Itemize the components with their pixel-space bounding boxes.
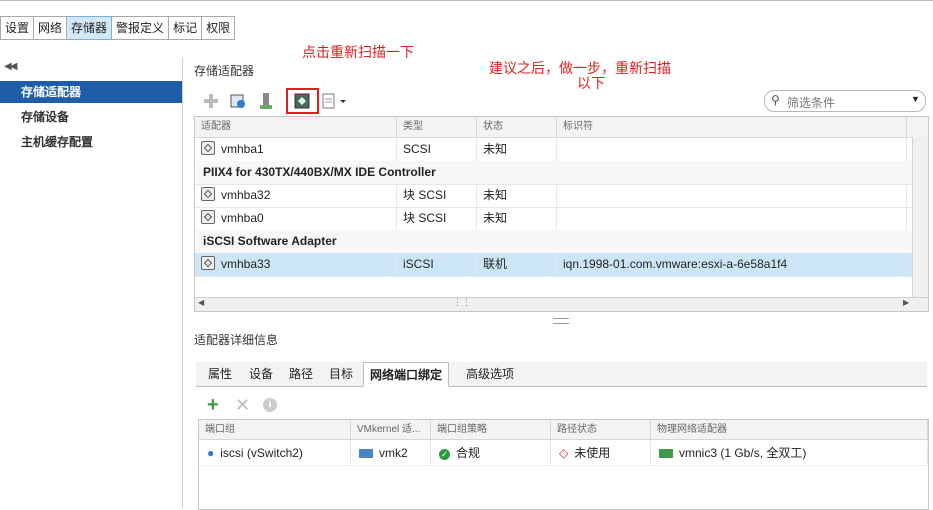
scroll-left-icon[interactable]: ◀ xyxy=(198,298,204,307)
adapter-type: SCSI xyxy=(397,138,477,161)
remove-binding-icon[interactable]: ✕ xyxy=(235,396,250,414)
sidebar-item-host-cache[interactable]: 主机缓存配置 xyxy=(0,131,182,153)
tab-advanced-options[interactable]: 高级选项 xyxy=(460,362,520,386)
adapter-name: vmhba1 xyxy=(221,142,264,156)
tab-storage[interactable]: 存储器 xyxy=(67,16,113,40)
adapter-status: 联机 xyxy=(477,253,557,276)
add-adapter-icon[interactable] xyxy=(202,92,220,110)
col-vmkernel[interactable]: VMkernel 适... xyxy=(351,420,431,440)
add-binding-icon[interactable]: + xyxy=(207,395,219,415)
vmkernel-nic-icon xyxy=(359,449,373,458)
adapter-status: 未知 xyxy=(477,207,557,230)
actions-dropdown-icon[interactable] xyxy=(320,92,350,110)
adapter-identifier xyxy=(557,138,907,161)
adapter-identifier xyxy=(557,207,907,230)
adapter-status: 未知 xyxy=(477,184,557,207)
unused-diamond-icon: ◇ xyxy=(559,446,569,460)
search-icon: ⚲ xyxy=(771,93,780,107)
section-title: 存储适配器 xyxy=(194,64,255,78)
annotation-suggestion-line2: 以下 xyxy=(577,75,605,91)
group-title: iSCSI Software Adapter xyxy=(203,234,337,248)
tab-devices[interactable]: 设备 xyxy=(243,362,279,386)
port-group-icon: ● xyxy=(207,446,215,460)
refresh-icon[interactable] xyxy=(229,92,247,110)
table-group-row: PIIX4 for 430TX/440BX/MX IDE Controller xyxy=(195,161,928,185)
adapter-name: vmhba0 xyxy=(221,211,264,225)
sidebar-item-storage-devices[interactable]: 存储设备 xyxy=(0,106,182,128)
col-identifier[interactable]: 标识符 xyxy=(557,117,907,137)
col-port-group[interactable]: 端口组 xyxy=(199,420,351,440)
adapter-type: 块 SCSI xyxy=(397,184,477,207)
tab-targets[interactable]: 目标 xyxy=(323,362,359,386)
binding-policy: ✓ 合规 xyxy=(431,441,551,465)
col-path-state[interactable]: 路径状态 xyxy=(551,420,651,440)
binding-nic: vmnic3 (1 Gb/s, 全双工) xyxy=(651,441,928,465)
binding-path-state: ◇ 未使用 xyxy=(551,441,651,465)
adapter-table: 适配器 类型 状态 标识符 vmhba1 SCSI 未知 PIIX4 for 4… xyxy=(194,116,929,312)
filter-placeholder: 筛选条件 xyxy=(787,96,836,110)
filter-box[interactable]: ⚲ 筛选条件 ▼ xyxy=(764,90,926,112)
adapter-identifier xyxy=(557,184,907,207)
info-icon[interactable]: i xyxy=(263,398,277,412)
collapse-sidebar-icon[interactable]: ◀◀ xyxy=(4,61,17,72)
table-row[interactable]: vmhba0 块 SCSI 未知 xyxy=(195,207,928,231)
table-row-empty xyxy=(199,465,928,486)
detail-tab-bar: 属性 设备 路径 目标 网络端口绑定 高级选项 xyxy=(196,362,927,387)
tab-network-port-binding[interactable]: 网络端口绑定 xyxy=(363,362,450,387)
splitter-handle-icon[interactable] xyxy=(553,318,569,324)
adapter-status: 未知 xyxy=(477,138,557,161)
top-tab-bar: 设置 网络 存储器 警报定义 标记 权限 xyxy=(0,16,236,40)
adapter-name: vmhba32 xyxy=(221,188,271,202)
tab-tags[interactable]: 标记 xyxy=(169,16,203,40)
annotation-rescan-hint: 点击重新扫描一下 xyxy=(302,44,414,60)
scroll-grip-icon[interactable]: ⋮⋮ xyxy=(453,297,471,308)
storage-adapter-icon xyxy=(201,187,215,201)
tab-alarm-definitions[interactable]: 警报定义 xyxy=(112,16,170,40)
sidebar: ◀◀ 存储适配器 存储设备 主机缓存配置 xyxy=(0,57,183,508)
tab-permissions[interactable]: 权限 xyxy=(202,16,236,40)
physical-nic-icon xyxy=(659,449,673,458)
col-policy[interactable]: 端口组策略 xyxy=(431,420,551,440)
table-row-selected[interactable]: vmhba33 iSCSI 联机 iqn.1998-01.com.vmware:… xyxy=(195,253,928,277)
nic-label: vmnic3 (1 Gb/s, 全双工) xyxy=(679,446,807,460)
port-binding-table: 端口组 VMkernel 适... 端口组策略 路径状态 物理网络适配器 ● is… xyxy=(198,419,929,510)
col-status[interactable]: 状态 xyxy=(477,117,557,137)
table-row[interactable]: vmhba1 SCSI 未知 xyxy=(195,138,928,162)
tab-paths[interactable]: 路径 xyxy=(283,362,319,386)
sidebar-item-storage-adapters[interactable]: 存储适配器 xyxy=(0,81,182,103)
vertical-scrollbar[interactable] xyxy=(912,137,928,297)
path-state-label: 未使用 xyxy=(574,446,611,460)
group-title: PIIX4 for 430TX/440BX/MX IDE Controller xyxy=(203,165,436,179)
binding-vmk: vmk2 xyxy=(351,441,431,465)
storage-adapter-icon xyxy=(201,210,215,224)
rescan-storage-icon[interactable] xyxy=(293,92,311,110)
binding-port-group[interactable]: ● iscsi (vSwitch2) xyxy=(199,441,351,465)
adapter-name: vmhba33 xyxy=(221,257,271,271)
adapter-table-header: 适配器 类型 状态 标识符 xyxy=(195,117,928,138)
rescan-device-icon[interactable] xyxy=(257,92,275,110)
chevron-down-icon[interactable]: ▼ xyxy=(911,94,920,104)
storage-adapter-icon xyxy=(201,256,215,270)
policy-label: 合规 xyxy=(456,446,481,460)
horizontal-scrollbar[interactable]: ◀ ⋮⋮ ▶ xyxy=(195,297,928,311)
adapter-identifier: iqn.1998-01.com.vmware:esxi-a-6e58a1f4 xyxy=(557,253,907,276)
top-border xyxy=(0,0,933,1)
storage-adapter-icon xyxy=(201,141,215,155)
adapter-type: 块 SCSI xyxy=(397,207,477,230)
tab-settings[interactable]: 设置 xyxy=(0,16,35,40)
table-group-row: iSCSI Software Adapter xyxy=(195,230,928,254)
check-icon: ✓ xyxy=(439,449,450,460)
scroll-right-icon[interactable]: ▶ xyxy=(903,298,909,307)
col-type[interactable]: 类型 xyxy=(397,117,477,137)
col-adapter[interactable]: 适配器 xyxy=(195,117,397,137)
table-row[interactable]: vmhba32 块 SCSI 未知 xyxy=(195,184,928,208)
tab-properties[interactable]: 属性 xyxy=(202,362,238,386)
details-title: 适配器详细信息 xyxy=(194,333,279,347)
adapter-type: iSCSI xyxy=(397,253,477,276)
tab-network[interactable]: 网络 xyxy=(34,16,68,40)
vmk-label: vmk2 xyxy=(379,446,408,460)
col-physical-nic[interactable]: 物理网络适配器 xyxy=(651,420,928,440)
port-group-label: iscsi (vSwitch2) xyxy=(220,446,303,460)
